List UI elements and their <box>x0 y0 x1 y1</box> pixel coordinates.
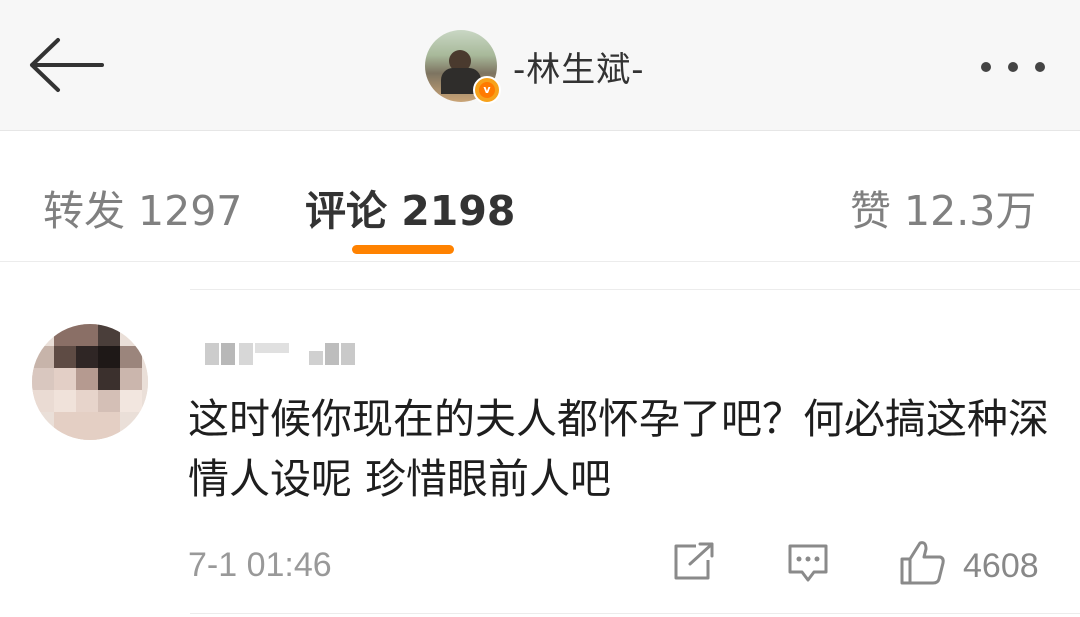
like-count: 4608 <box>963 547 1039 585</box>
more-button[interactable] <box>978 56 1050 78</box>
tab-comments-label: 评论 <box>305 187 387 235</box>
tab-comments[interactable]: 评论 2198 <box>305 177 515 237</box>
avatar[interactable]: v <box>425 30 501 104</box>
username[interactable]: -林生斌- <box>513 42 645 91</box>
divider <box>190 613 1080 614</box>
tab-likes[interactable]: 赞 12.3万 <box>850 177 1036 237</box>
back-button[interactable] <box>28 37 104 93</box>
tab-repost-count: 1297 <box>138 187 243 235</box>
comment-item: 这时候你现在的夫人都怀孕了吧？何必搞这种深情人设呢 珍惜眼前人吧 7-1 01:… <box>0 289 1080 617</box>
thumbs-up-icon <box>900 541 945 585</box>
comment-timestamp: 7-1 01:46 <box>188 546 332 584</box>
tab-bar: 转发 1297 评论 2198 赞 12.3万 <box>0 131 1080 262</box>
arrow-left-icon <box>30 38 104 92</box>
tab-likes-label: 赞 <box>850 187 891 235</box>
comment-icon <box>788 544 828 582</box>
more-dots-icon <box>981 62 1045 72</box>
divider <box>190 289 1080 290</box>
tab-repost-label: 转发 <box>43 187 125 235</box>
share-icon <box>674 542 714 580</box>
tab-comments-count: 2198 <box>401 187 516 235</box>
top-bar: v -林生斌- <box>0 0 1080 131</box>
commenter-avatar[interactable] <box>32 324 148 440</box>
like-button[interactable] <box>898 539 946 589</box>
verified-badge-label: v <box>479 82 495 98</box>
comment-text: 这时候你现在的夫人都怀孕了吧？何必搞这种深情人设呢 珍惜眼前人吧 <box>188 395 1049 503</box>
share-button[interactable] <box>672 542 716 586</box>
profile-header[interactable]: v -林生斌- <box>425 28 645 104</box>
verified-badge: v <box>473 76 501 104</box>
commenter-name-redacted[interactable] <box>205 335 365 369</box>
tab-repost[interactable]: 转发 1297 <box>43 177 242 237</box>
reply-button[interactable] <box>786 542 830 588</box>
tab-likes-count: 12.3万 <box>904 187 1037 235</box>
active-tab-indicator <box>352 245 454 254</box>
